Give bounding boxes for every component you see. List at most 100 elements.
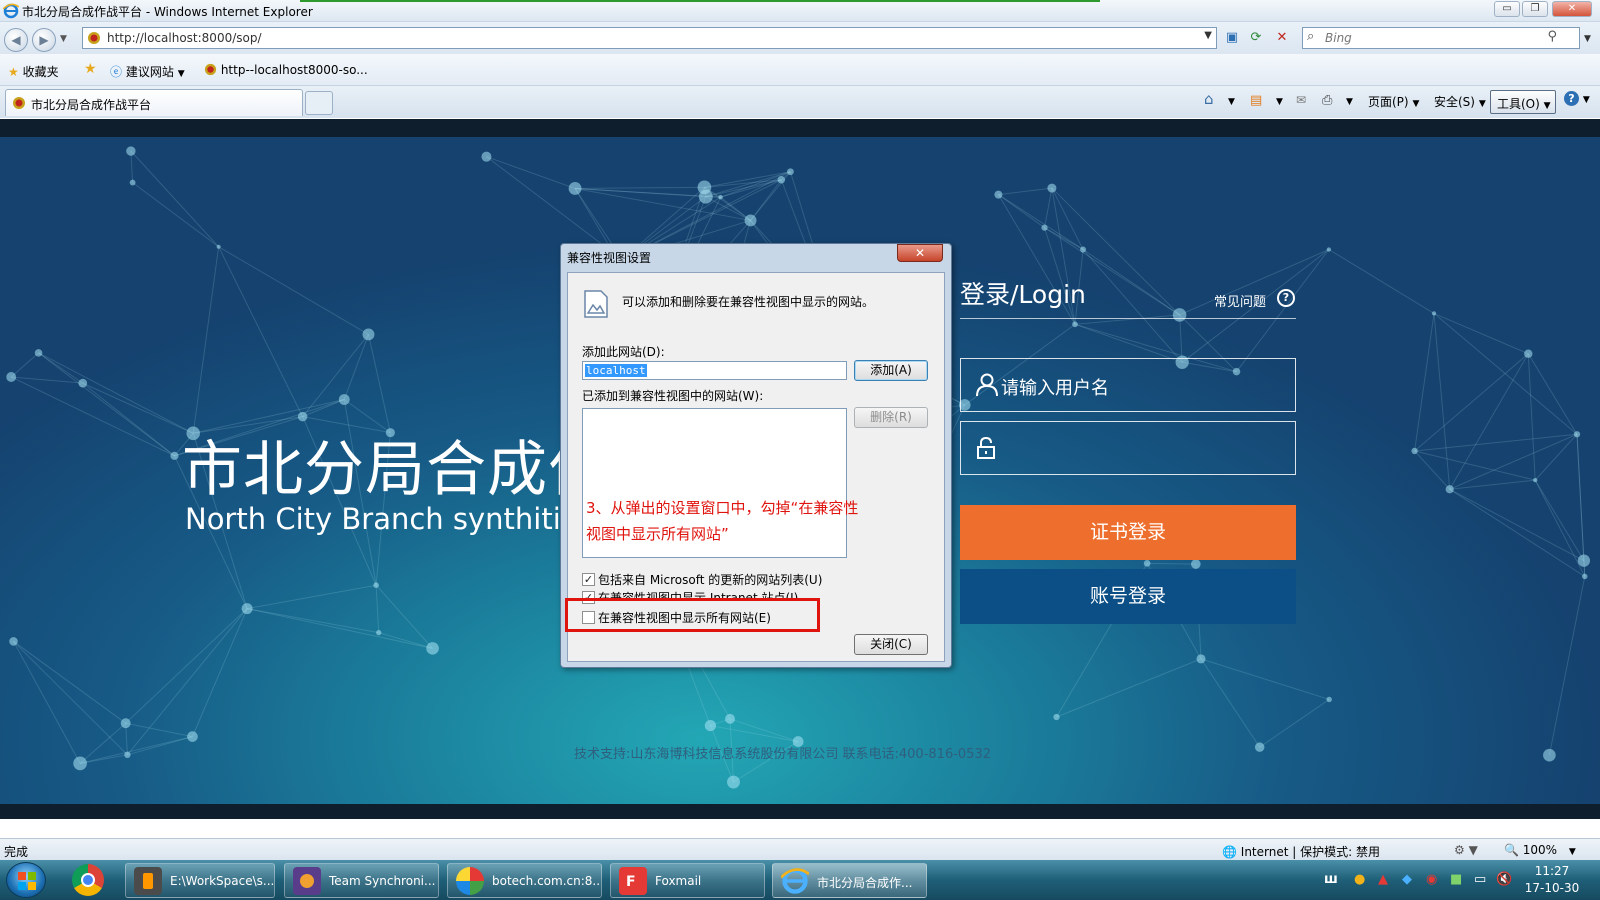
print-dropdown-icon[interactable]: ▼ [1346,97,1353,107]
user-icon [976,373,998,397]
tray-app-icon[interactable]: ▲ [1378,872,1388,887]
new-tab-button[interactable] [305,91,333,115]
password-field[interactable] [960,421,1296,475]
include-microsoft-list-checkbox[interactable]: ✓ [582,573,595,586]
compatibility-view-icon[interactable]: ▣ [1222,28,1242,48]
site-favicon-icon [13,97,25,109]
sublime-icon [134,867,162,895]
annotation-highlight-box [565,598,820,632]
add-favorite-icon[interactable]: ★ [84,61,97,77]
safety-menu[interactable]: 安全(S) ▼ [1434,93,1486,110]
chevron-down-icon: ▼ [1568,847,1576,857]
favorite-link[interactable]: http--localhost8000-so... [204,63,368,77]
globe-icon: 🌐 [1222,845,1237,859]
search-provider-icon: ⌕ [1307,29,1315,44]
suggested-sites-button[interactable]: ⓔ 建议网站 ▼ [110,63,185,80]
question-icon[interactable]: ? [1277,289,1295,307]
taskbar-item-eclipse[interactable]: Team Synchroni... [284,863,439,898]
dialog-title: 兼容性视图设置 [567,251,652,265]
add-site-input[interactable]: localhost [582,361,847,380]
stop-icon[interactable]: ✕ [1272,28,1292,48]
print-icon[interactable]: ⎙ [1322,93,1332,108]
taskbar-item-foxmail[interactable]: F Foxmail [610,863,765,898]
login-divider [960,318,1296,319]
tray-app-icon[interactable]: ◉ [1426,872,1437,887]
taskbar-item-label: Foxmail [655,874,702,888]
privacy-icon[interactable]: ⚙ ▼ [1454,843,1478,857]
input-method-icon[interactable]: ш [1324,872,1338,887]
search-input[interactable]: ⌕ Bing ⚲ [1302,27,1580,49]
top-dark-band [0,119,1600,137]
document-image-icon [584,290,608,318]
username-field[interactable]: 请输入用户名 [960,358,1296,412]
taskbar-item-label: botech.com.cn:8... [492,874,602,888]
history-dropdown-icon[interactable]: ▼ [60,34,67,44]
tab-main[interactable]: 市北分局合成作战平台 [5,89,303,116]
search-icon[interactable]: ⚲ [1547,29,1557,44]
remove-button[interactable]: 删除(R) [854,407,928,428]
zoom-control[interactable]: 🔍 100% ▼ [1504,843,1576,857]
browser-icon [456,867,484,895]
window-title-bar: 市北分局合成作战平台 - Windows Internet Explorer ▭… [0,0,1600,22]
taskbar-item-label: 市北分局合成作... [817,876,913,890]
chevron-down-icon: ▼ [1412,99,1420,109]
restore-button[interactable]: ❐ [1522,1,1548,17]
checkmark-icon: ✓ [583,573,594,586]
brand-title-en: North City Branch synthitic b [185,502,605,536]
tray-shield-icon[interactable]: ◆ [1402,872,1412,887]
certificate-login-button[interactable]: 证书登录 [960,505,1296,560]
faq-link[interactable]: 常见问题 [1214,291,1266,310]
address-input[interactable]: http://localhost:8000/sop/ ▼ [82,27,1217,49]
dialog-description: 可以添加和删除要在兼容性视图中显示的网站。 [622,295,875,309]
url-text: http://localhost:8000/sop/ [107,31,262,45]
forward-button[interactable]: ▶ [32,28,56,52]
favorite-link-label: http--localhost8000-so... [220,63,368,77]
clock[interactable]: 11:27 17-10-30 [1520,863,1584,897]
page-menu[interactable]: 页面(P) ▼ [1368,93,1419,110]
home-dropdown-icon[interactable]: ▼ [1228,97,1235,107]
dialog-close-action-button[interactable]: 关闭(C) [854,634,928,655]
address-bar-row: ◀ ▶ ▼ http://localhost:8000/sop/ ▼ ▣ ⟳ ✕… [0,22,1600,54]
feeds-dropdown-icon[interactable]: ▼ [1276,97,1283,107]
status-text: 完成 [4,845,29,859]
site-favicon-icon [204,63,217,76]
chrome-icon[interactable] [72,864,104,896]
window-close-button[interactable]: ✕ [1552,1,1592,17]
start-button[interactable] [6,862,46,898]
network-icon[interactable]: ▭ [1474,872,1486,887]
home-icon[interactable]: ⌂ [1204,90,1214,108]
account-login-button[interactable]: 账号登录 [960,569,1296,624]
search-placeholder: Bing [1325,31,1352,45]
windows-logo-icon [18,872,36,890]
dialog-close-button[interactable]: ✕ [897,244,943,262]
close-icon: ✕ [1567,3,1577,14]
tab-bar: 市北分局合成作战平台 ⌂ ▼ ▤ ▼ ✉ ⎙ ▼ 页面(P) ▼ 安全(S) ▼… [0,86,1600,118]
feeds-icon[interactable]: ▤ [1250,93,1262,108]
safety-menu-label: 安全(S) [1434,95,1475,109]
minimize-button[interactable]: ▭ [1494,1,1520,17]
site-favicon-icon [87,31,101,48]
tools-menu[interactable]: 工具(O) ▼ [1490,90,1556,114]
refresh-icon[interactable]: ⟳ [1246,28,1266,48]
security-zone[interactable]: 🌐 Internet | 保护模式: 禁用 [1222,843,1380,860]
security-zone-label: Internet | 保护模式: 禁用 [1240,845,1380,859]
ie-logo-icon [780,867,810,895]
favorites-button[interactable]: ★ 收藏夹 [8,63,59,80]
footer-support-text: 技术支持:山东海博科技信息系统股份有限公司 联系电话:400-816-0532 [574,747,991,762]
add-button[interactable]: 添加(A) [854,360,928,381]
address-dropdown-icon[interactable]: ▼ [1204,30,1212,41]
search-options-icon[interactable]: ▼ [1584,34,1591,44]
tray-app-icon[interactable]: ● [1354,872,1365,887]
volume-muted-icon[interactable]: 🔇 [1496,872,1512,887]
help-icon[interactable]: ? ▼ [1564,91,1590,106]
clock-date: 17-10-30 [1524,881,1580,895]
mail-icon[interactable]: ✉ [1296,93,1306,107]
taskbar-item-browser[interactable]: botech.com.cn:8... [447,863,602,898]
taskbar-item-sublime[interactable]: E:\WorkSpace\s... [125,863,275,898]
tray-app-icon[interactable]: ■ [1450,872,1462,887]
chevron-down-icon: ▼ [1478,99,1486,109]
bottom-dark-band [0,804,1600,819]
taskbar-item-ie[interactable]: 市北分局合成作... [772,863,927,898]
back-button[interactable]: ◀ [4,28,28,52]
foxmail-icon: F [619,867,647,895]
